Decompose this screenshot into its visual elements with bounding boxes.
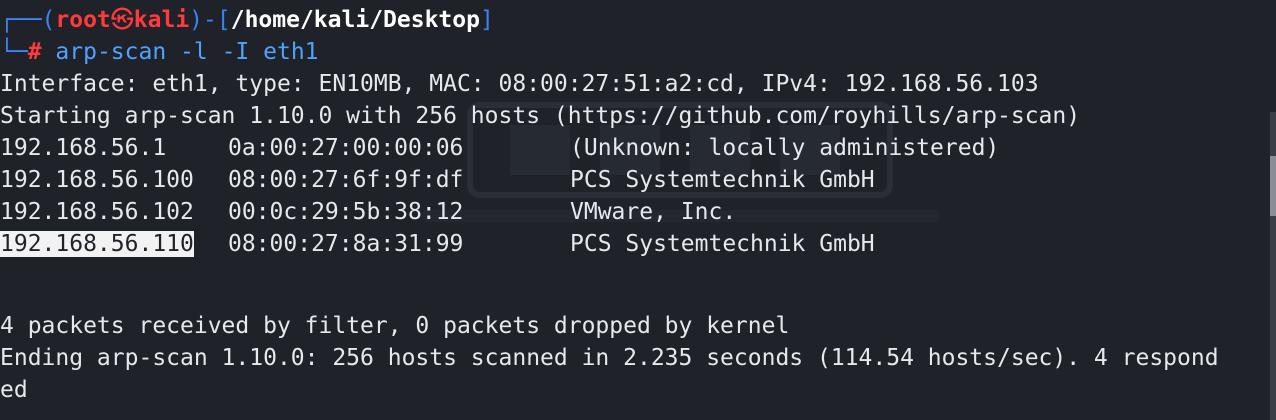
command-line: └─# arp-scan -l -I eth1: [0, 36, 319, 68]
prompt-host: kali: [133, 7, 190, 33]
host-vendor: PCS Systemtechnik GmbH: [570, 167, 875, 193]
prompt-frame-close: ]: [479, 7, 494, 33]
prompt-path: /home/kali/Desktop: [230, 7, 480, 33]
terminal-window[interactable]: ┌──(root㉿kali)-[/home/kali/Desktop] └─# …: [0, 0, 1276, 420]
host-vendor: (Unknown: locally administered): [570, 135, 1000, 161]
host-ip: 192.168.56.1: [0, 135, 167, 161]
host-row: 192.168.56.110 08:00:27:8a:31:99 PCS Syste…: [0, 228, 875, 260]
command-text: arp-scan -l -I eth1: [55, 39, 319, 65]
packets-line: 4 packets received by filter, 0 packets …: [0, 313, 790, 339]
start-line: Starting arp-scan 1.10.0 with 256 hosts …: [0, 103, 1081, 129]
skull-icon: ㉿: [110, 7, 134, 33]
interface-line: Interface: eth1, type: EN10MB, MAC: 08:0…: [0, 71, 1039, 97]
scrollbar-thumb[interactable]: [1270, 156, 1276, 216]
host-vendor: VMware, Inc.: [570, 199, 737, 225]
host-row: 192.168.56.100 08:00:27:6f:9f:df PCS Syste…: [0, 164, 875, 196]
host-mac: 0a:00:27:00:00:06: [228, 135, 464, 161]
host-ip: 192.168.56.100: [0, 167, 194, 193]
prompt-hash: #: [27, 39, 42, 65]
host-ip: 192.168.56.102: [0, 199, 194, 225]
host-mac: 08:00:27:8a:31:99: [228, 231, 464, 257]
prompt-frame-mid: )-[: [189, 7, 231, 33]
host-vendor: PCS Systemtechnik GmbH: [570, 231, 875, 257]
host-row: 192.168.56.102 00:0c:29:5b:38:12 VMware, I…: [0, 196, 736, 228]
prompt-frame-bottom: └─: [0, 39, 28, 65]
host-mac: 00:0c:29:5b:38:12: [228, 199, 464, 225]
prompt-frame-open: ┌──(: [0, 7, 56, 33]
selected-host-ip[interactable]: 192.168.56.110: [0, 231, 194, 257]
prompt-user: root: [55, 7, 111, 33]
host-mac: 08:00:27:6f:9f:df: [228, 167, 464, 193]
ending-line: Ending arp-scan 1.10.0: 256 hosts scanne…: [0, 345, 1219, 371]
host-row: 192.168.56.1 0a:00:27:00:00:06 (Unknown: l…: [0, 132, 999, 164]
prompt-line: ┌──(root㉿kali)-[/home/kali/Desktop]: [0, 4, 494, 36]
ending-line-wrap: ed: [0, 377, 28, 403]
